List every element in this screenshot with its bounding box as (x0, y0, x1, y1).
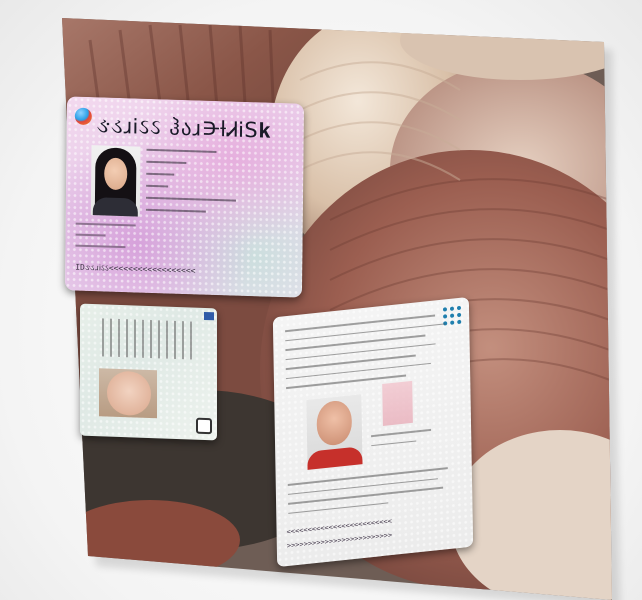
card-title: ઙડɹᎥઽઽ ჰაɹ𝈁ƚᏗᎥS𝐤 (96, 113, 272, 143)
id-card-right: <<<<<<<<<<<<<<<<<<<<<<<<< >>>>>>>>>>>>>>… (272, 296, 474, 568)
portrait-photo (90, 145, 141, 217)
vertical-text-fields (102, 318, 198, 363)
header-text-lines (285, 313, 446, 396)
portrait-photo (306, 394, 363, 470)
chip-icon (196, 417, 212, 435)
field-labels (75, 222, 136, 249)
ghost-image (382, 380, 413, 426)
personal-data-fields (145, 148, 237, 224)
id-card-top-left: ઙડɹᎥઽઽ ჰაɹ𝈁ƚᏗᎥS𝐤 IDઙડɹᎥઽઽ<<<<<<<<<<<<<<<… (64, 96, 305, 298)
id-card-bottom-left (80, 303, 217, 441)
portrait-photo (99, 368, 157, 419)
dot-grid-logo-icon (442, 305, 462, 326)
mrz-line: IDઙડɹᎥઽઽ<<<<<<<<<<<<<<<<<< (75, 262, 196, 276)
flag-strip (204, 311, 214, 321)
globe-logo-icon (74, 107, 92, 126)
address-text-lines (287, 467, 449, 522)
detail-text-lines (371, 428, 432, 454)
